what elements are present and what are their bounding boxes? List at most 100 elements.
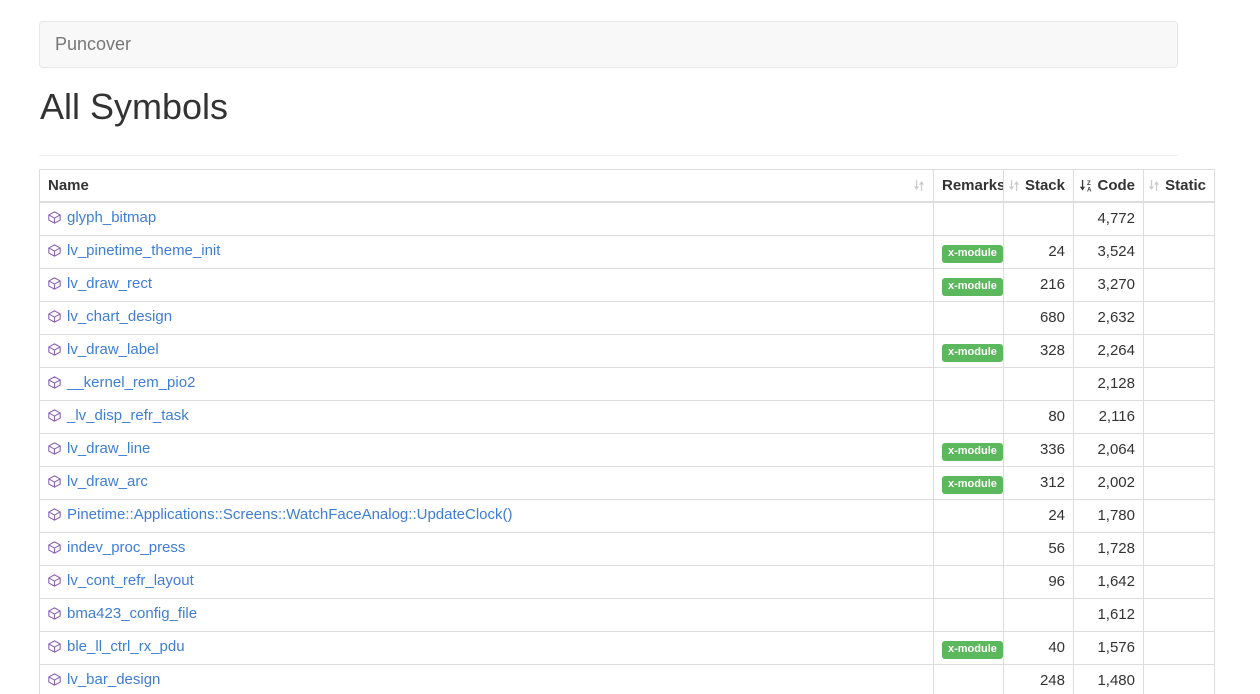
remark-cell (934, 368, 1004, 401)
code-cell: 1,612 (1074, 599, 1144, 632)
sort-both-arrows-icon (1148, 179, 1160, 192)
symbols-table: Name Remarks (39, 169, 1215, 694)
column-header-static[interactable]: Static (1144, 170, 1215, 203)
symbol-link[interactable]: lv_bar_design (67, 671, 160, 688)
symbol-link[interactable]: lv_draw_label (67, 341, 159, 358)
symbol-link[interactable]: lv_chart_design (67, 308, 172, 325)
sort-both-arrows-icon (913, 179, 925, 192)
column-label-remarks: Remarks (942, 176, 1004, 195)
cube-icon (48, 309, 61, 329)
stack-cell: 96 (1004, 566, 1074, 599)
stack-cell: 56 (1004, 533, 1074, 566)
code-cell: 2,064 (1074, 434, 1144, 467)
symbol-link[interactable]: lv_cont_refr_layout (67, 572, 194, 589)
name-cell: lv_draw_line (40, 434, 934, 467)
symbol-link[interactable]: lv_pinetime_theme_init (67, 242, 220, 259)
static-cell (1144, 566, 1215, 599)
sort-both-arrows-icon (1008, 179, 1020, 192)
remark-badge: x-module (942, 443, 1003, 461)
table-row: lv_bar_design 248 1,480 (40, 665, 1215, 694)
symbol-link[interactable]: lv_draw_rect (67, 275, 152, 292)
remark-cell: x-module (934, 236, 1004, 269)
navbar: Puncover (39, 21, 1178, 68)
static-cell (1144, 599, 1215, 632)
code-cell: 3,270 (1074, 269, 1144, 302)
name-cell: Pinetime::Applications::Screens::WatchFa… (40, 500, 934, 533)
symbol-link[interactable]: _lv_disp_refr_task (67, 407, 189, 424)
code-cell: 2,116 (1074, 401, 1144, 434)
static-cell (1144, 665, 1215, 694)
table-row: Pinetime::Applications::Screens::WatchFa… (40, 500, 1215, 533)
symbol-link[interactable]: glyph_bitmap (67, 209, 156, 226)
name-cell: _lv_disp_refr_task (40, 401, 934, 434)
stack-cell (1004, 368, 1074, 401)
remark-badge: x-module (942, 476, 1003, 494)
table-header-row: Name Remarks (40, 170, 1215, 203)
remark-cell (934, 566, 1004, 599)
stack-cell: 24 (1004, 236, 1074, 269)
code-cell: 2,128 (1074, 368, 1144, 401)
static-cell (1144, 335, 1215, 368)
name-cell: lv_pinetime_theme_init (40, 236, 934, 269)
column-header-remarks[interactable]: Remarks (934, 170, 1004, 203)
column-header-stack[interactable]: Stack (1004, 170, 1074, 203)
symbol-link[interactable]: __kernel_rem_pio2 (67, 374, 195, 391)
stack-cell: 680 (1004, 302, 1074, 335)
code-cell: 2,264 (1074, 335, 1144, 368)
cube-icon (48, 408, 61, 428)
page: Puncover All Symbols Name (0, 0, 1260, 694)
stack-cell: 80 (1004, 401, 1074, 434)
stack-cell: 40 (1004, 632, 1074, 665)
symbol-link[interactable]: Pinetime::Applications::Screens::WatchFa… (67, 506, 512, 523)
static-cell (1144, 368, 1215, 401)
navbar-brand-link[interactable]: Puncover (55, 34, 131, 55)
cube-icon (48, 342, 61, 362)
table-row: _lv_disp_refr_task 80 2,116 (40, 401, 1215, 434)
remark-badge: x-module (942, 344, 1003, 362)
column-header-code[interactable]: Z A Code (1074, 170, 1144, 203)
table-row: lv_cont_refr_layout 96 1,642 (40, 566, 1215, 599)
cube-icon (48, 573, 61, 593)
code-cell: 3,524 (1074, 236, 1144, 269)
sort-descending-z-a-icon: Z A (1079, 179, 1093, 192)
name-cell: __kernel_rem_pio2 (40, 368, 934, 401)
table-row: ble_ll_ctrl_rx_pdu x-module 40 1,576 (40, 632, 1215, 665)
symbol-link[interactable]: bma423_config_file (67, 605, 197, 622)
name-cell: lv_cont_refr_layout (40, 566, 934, 599)
column-label-static: Static (1165, 176, 1206, 195)
static-cell (1144, 533, 1215, 566)
static-cell (1144, 500, 1215, 533)
cube-icon (48, 507, 61, 527)
remark-cell: x-module (934, 335, 1004, 368)
name-cell: glyph_bitmap (40, 202, 934, 236)
column-label-stack: Stack (1025, 176, 1065, 195)
column-header-name[interactable]: Name (40, 170, 934, 203)
column-label-name: Name (48, 176, 89, 195)
code-cell: 1,480 (1074, 665, 1144, 694)
table-row: lv_draw_rect x-module 216 3,270 (40, 269, 1215, 302)
name-cell: indev_proc_press (40, 533, 934, 566)
symbol-link[interactable]: indev_proc_press (67, 539, 185, 556)
symbol-link[interactable]: lv_draw_arc (67, 473, 148, 490)
table-row: glyph_bitmap 4,772 (40, 202, 1215, 236)
remark-badge: x-module (942, 641, 1003, 659)
symbol-link[interactable]: ble_ll_ctrl_rx_pdu (67, 638, 185, 655)
symbols-table-body: glyph_bitmap 4,772 lv_pinetime_theme_ini… (40, 202, 1215, 694)
remark-cell (934, 202, 1004, 236)
static-cell (1144, 202, 1215, 236)
cube-icon (48, 441, 61, 461)
name-cell: lv_draw_label (40, 335, 934, 368)
static-cell (1144, 236, 1215, 269)
cube-icon (48, 639, 61, 659)
table-row: bma423_config_file 1,612 (40, 599, 1215, 632)
remark-cell (934, 533, 1004, 566)
name-cell: lv_bar_design (40, 665, 934, 694)
symbol-link[interactable]: lv_draw_line (67, 440, 150, 457)
cube-icon (48, 375, 61, 395)
table-row: lv_pinetime_theme_init x-module 24 3,524 (40, 236, 1215, 269)
remark-cell (934, 665, 1004, 694)
remark-cell: x-module (934, 632, 1004, 665)
stack-cell (1004, 202, 1074, 236)
name-cell: ble_ll_ctrl_rx_pdu (40, 632, 934, 665)
name-cell: bma423_config_file (40, 599, 934, 632)
